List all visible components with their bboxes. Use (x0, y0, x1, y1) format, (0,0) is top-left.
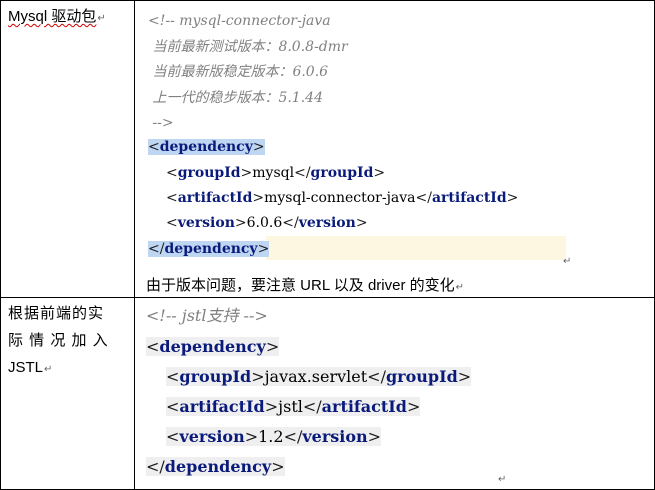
table-border-left (0, 0, 1, 490)
jstl-comment: <!-- jstl支持 --> (146, 306, 268, 325)
row1-note-text: 由于版本问题，要注意 URL 以及 driver 的变化 (146, 277, 455, 294)
row2-label-line2: 际 情 况 加 入 (8, 332, 109, 349)
paragraph-mark: ↵ (563, 256, 572, 267)
row2-label-line1: 根据前端的实 (8, 305, 105, 322)
groupId-tag: groupId (179, 367, 252, 386)
artifactId-line: <artifactId>mysql-connector-java</artifa… (166, 190, 519, 206)
artifactId-value: mysql-connector-java (264, 190, 416, 206)
dependency-open-line: <dependency> (148, 139, 265, 155)
artifactId-line: <artifactId>jstl</artifactId> (166, 397, 421, 416)
row2-label-line3: JSTL (8, 359, 44, 376)
line-end-mark: ↵ (97, 13, 106, 24)
artifactId-close-tag: artifactId (431, 190, 507, 206)
version-value: 1.2 (258, 427, 284, 446)
dependency-open-tag: dependency (159, 139, 253, 155)
dependency-table: Mysql 驱动包↵ <!-- mysql-connector-java 当前最… (0, 0, 655, 490)
line-end-mark: ↵ (455, 282, 465, 293)
version-tag: version (177, 215, 235, 231)
groupId-tag: groupId (177, 165, 241, 181)
line-end-mark: ↵ (44, 364, 53, 375)
row2-label-cell: 根据前端的实 际 情 况 加 入 JSTL↵ (8, 303, 128, 381)
artifactId-tag: artifactId (179, 397, 265, 416)
code-comment-line: <!-- mysql-connector-java (148, 13, 331, 29)
dependency-close-tag: dependency (164, 241, 258, 257)
row1-label: Mysql 驱动包 (8, 8, 97, 25)
code-comment-line: --> (148, 115, 174, 131)
groupId-value: javax.servlet (264, 367, 368, 386)
version-line: <version>6.0.6</version> (166, 215, 368, 231)
groupId-value: mysql (252, 165, 295, 181)
version-close-tag: version (298, 215, 356, 231)
version-tag: version (179, 427, 245, 446)
row1-label-cell: Mysql 驱动包↵ (8, 6, 106, 30)
dependency-close-tag: dependency (164, 457, 272, 476)
groupId-close-tag: groupId (385, 367, 458, 386)
column-divider (134, 0, 135, 490)
dependency-close-line: </dependency> (146, 457, 285, 476)
code-comment-line: 当前最新测试版本：8.0.8-dmr (148, 39, 348, 55)
table-border-top (0, 0, 655, 1)
version-close-tag: version (302, 427, 368, 446)
row1-note: 由于版本问题，要注意 URL 以及 driver 的变化↵ (146, 276, 464, 298)
code-comment-line: 当前最新版稳定版本：6.0.6 (148, 64, 329, 80)
dependency-open-line: <dependency> (146, 337, 280, 356)
groupId-close-tag: groupId (310, 165, 374, 181)
paragraph-mark: ↵ (498, 474, 507, 485)
row2-code-block: <!-- jstl支持 --> <dependency> <groupId>ja… (146, 305, 646, 485)
code-comment-line: 上一代的稳步版本：5.1.44 (148, 90, 323, 106)
artifactId-value: jstl (278, 397, 303, 416)
groupId-line: <groupId>mysql</groupId> (166, 165, 386, 181)
dependency-close-line: </dependency> (148, 241, 270, 257)
version-value: 6.0.6 (246, 215, 283, 231)
row1-code-block: <!-- mysql-connector-java 当前最新测试版本：8.0.8… (148, 12, 648, 272)
artifactId-close-tag: artifactId (321, 397, 407, 416)
dependency-open-tag: dependency (159, 337, 266, 356)
version-line: <version>1.2</version> (166, 427, 382, 446)
artifactId-tag: artifactId (177, 190, 253, 206)
groupId-line: <groupId>javax.servlet</groupId> (166, 367, 472, 386)
